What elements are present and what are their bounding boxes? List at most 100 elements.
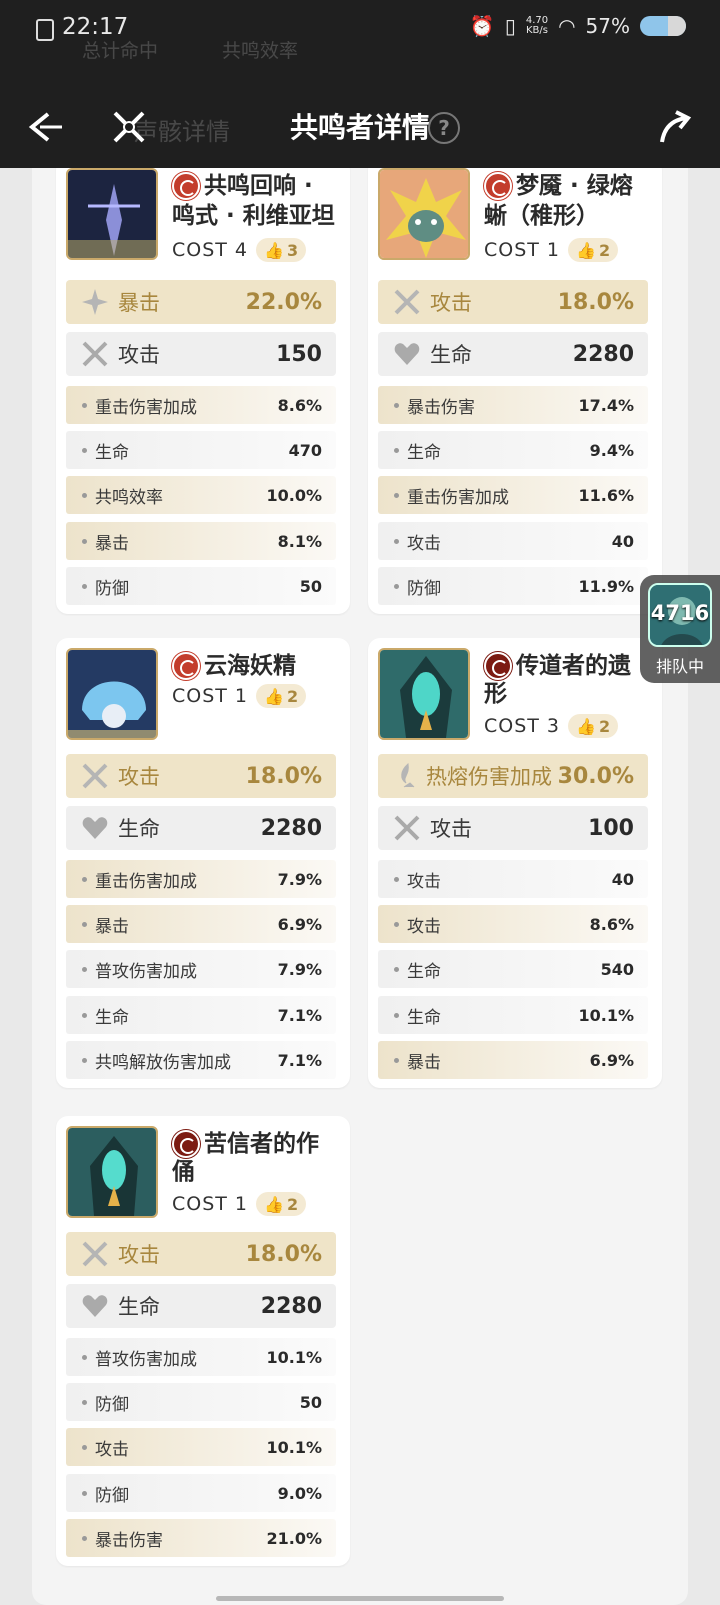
sub-stat-row: 攻击 8.6% <box>378 905 648 943</box>
home-indicator[interactable] <box>216 1596 504 1601</box>
sub-stat-label: 暴击 <box>407 1052 441 1073</box>
heart-icon <box>394 343 420 365</box>
likes-badge: 👍 2 <box>568 714 619 738</box>
sub-stat-label: 暴击 <box>95 533 129 554</box>
sub-stat-row: 暴击伤害 21.0% <box>66 1519 336 1557</box>
heart-icon <box>82 1295 108 1317</box>
echo-portrait <box>66 1126 158 1218</box>
sub-stat-label: 生命 <box>95 442 129 463</box>
bullet-icon <box>394 583 399 589</box>
main-stat-label: 攻击 <box>118 765 160 789</box>
cost-row: COST 4 👍 3 <box>172 238 307 262</box>
sub-stat-row: 防御 9.0% <box>66 1474 336 1512</box>
bullet-icon <box>394 876 399 882</box>
sub-stat-value: 540 <box>600 959 634 979</box>
bullet-icon <box>82 1399 87 1405</box>
sub-stat-row: 生命 540 <box>378 950 648 988</box>
sub-stat-value: 10.1% <box>266 1437 322 1457</box>
main-stat-label: 攻击 <box>118 1243 160 1267</box>
battery-icon <box>640 16 686 36</box>
echo-list: 共鸣回响 · 鸣式 · 利维亚坦 COST 4 👍 3 暴击 22.0% 攻击 1… <box>32 150 688 1605</box>
echo-portrait <box>66 168 158 260</box>
sub-stat-label: 重击伤害加成 <box>95 397 197 418</box>
sub-stat-row: 共鸣解放伤害加成 7.1% <box>66 1041 336 1079</box>
sub-stat-row: 生命 10.1% <box>378 996 648 1034</box>
bullet-icon <box>82 402 87 408</box>
likes-badge: 👍 3 <box>256 238 307 262</box>
echo-name-line2: 形 <box>484 681 507 707</box>
cost-row: COST 1 👍 2 <box>172 684 307 708</box>
echo-portrait <box>378 168 470 260</box>
main-stat-label: 暴击 <box>118 291 160 315</box>
sub-stat-row: 攻击 10.1% <box>66 1428 336 1466</box>
main-stat-value: 30.0% <box>557 763 634 789</box>
sub-stat-row: 生命 7.1% <box>66 996 336 1034</box>
sub-stat-row: 防御 50 <box>66 567 336 605</box>
main-stat: 暴击 22.0% <box>66 280 336 324</box>
flat-stat-value: 2280 <box>260 815 322 841</box>
flat-stat: 攻击 150 <box>66 332 336 376</box>
sub-stat-label: 攻击 <box>407 916 441 937</box>
likes-count: 2 <box>598 240 611 260</box>
sub-stat-value: 7.1% <box>277 1050 322 1070</box>
flat-stat-value: 2280 <box>572 341 634 367</box>
echo-card[interactable]: 传道者的遗 形 COST 3 👍 2 热熔伤害加成 30.0% 攻击 100 攻击… <box>368 638 662 1088</box>
flat-stat-label: 生命 <box>430 343 472 367</box>
sub-stat-value: 10.0% <box>266 485 322 505</box>
bullet-icon <box>82 583 87 589</box>
bullet-icon <box>394 447 399 453</box>
attack-icon <box>82 1241 108 1267</box>
sub-stat-row: 防御 50 <box>66 1383 336 1421</box>
flat-stat-value: 150 <box>276 341 322 367</box>
echo-name-line2: 蜥（稚形） <box>484 203 599 229</box>
bullet-icon <box>82 921 87 927</box>
echo-card[interactable]: 共鸣回响 · 鸣式 · 利维亚坦 COST 4 👍 3 暴击 22.0% 攻击 1… <box>56 158 350 614</box>
cost-row: COST 1 👍 2 <box>172 1192 307 1216</box>
echo-name-line1: 云海妖精 <box>204 653 296 679</box>
echo-card[interactable]: 苦信者的作 俑 COST 1 👍 2 攻击 18.0% 生命 2280 普攻伤害加… <box>56 1116 350 1566</box>
flat-stat-label: 攻击 <box>118 343 160 367</box>
main-stat: 攻击 18.0% <box>66 1232 336 1276</box>
echo-name-line2: 俑 <box>172 1159 195 1185</box>
sub-stat-label: 重击伤害加成 <box>95 871 197 892</box>
thumbs-up-icon: 👍 <box>264 686 284 706</box>
element-icon <box>484 172 512 200</box>
sub-stat-value: 9.4% <box>589 440 634 460</box>
heart-icon <box>82 817 108 839</box>
crit-icon <box>82 289 108 315</box>
nav-bar: 共鸣者详情 ? <box>0 100 720 154</box>
sub-stat-value: 470 <box>288 440 322 460</box>
cost-label: COST 1 <box>484 239 561 261</box>
sub-stat-row: 攻击 40 <box>378 522 648 560</box>
sub-stat-row: 暴击 6.9% <box>66 905 336 943</box>
sub-stat-value: 8.6% <box>589 914 634 934</box>
bullet-icon <box>82 876 87 882</box>
echo-card[interactable]: 云海妖精 COST 1 👍 2 攻击 18.0% 生命 2280 重击伤害加成 7.… <box>56 638 350 1088</box>
echo-card[interactable]: 梦魇 · 绿熔 蜥（稚形） COST 1 👍 2 攻击 18.0% 生命 2280… <box>368 158 662 614</box>
help-button[interactable]: ? <box>428 112 460 144</box>
main-stat-value: 22.0% <box>245 289 322 315</box>
bullet-icon <box>82 492 87 498</box>
echo-name-line1: 梦魇 · 绿熔 <box>516 173 633 199</box>
sub-stat-value: 7.1% <box>277 1005 322 1025</box>
bullet-icon <box>394 402 399 408</box>
sub-stat-row: 生命 470 <box>66 431 336 469</box>
sub-stat-row: 攻击 40 <box>378 860 648 898</box>
status-bar: 22:17 ⏰ ▯ 4.70 KB/s ◠ 57% <box>36 14 686 44</box>
queue-label: 排队中 <box>655 657 704 676</box>
sub-stat-value: 50 <box>299 1392 322 1412</box>
sub-stat-label: 生命 <box>407 1007 441 1028</box>
main-stat-value: 18.0% <box>245 1241 322 1267</box>
flat-stat-value: 100 <box>588 815 634 841</box>
sub-stat-label: 防御 <box>407 578 441 599</box>
sub-stat-label: 攻击 <box>407 871 441 892</box>
attack-icon <box>394 815 420 841</box>
cost-label: COST 3 <box>484 715 561 737</box>
bullet-icon <box>82 1444 87 1450</box>
share-icon[interactable] <box>656 108 694 146</box>
bullet-icon <box>82 1012 87 1018</box>
cost-label: COST 1 <box>172 685 249 707</box>
likes-badge: 👍 2 <box>256 684 307 708</box>
sub-stat-label: 防御 <box>95 1394 129 1415</box>
queue-floating-widget[interactable]: 4716 排队中 <box>640 575 720 683</box>
